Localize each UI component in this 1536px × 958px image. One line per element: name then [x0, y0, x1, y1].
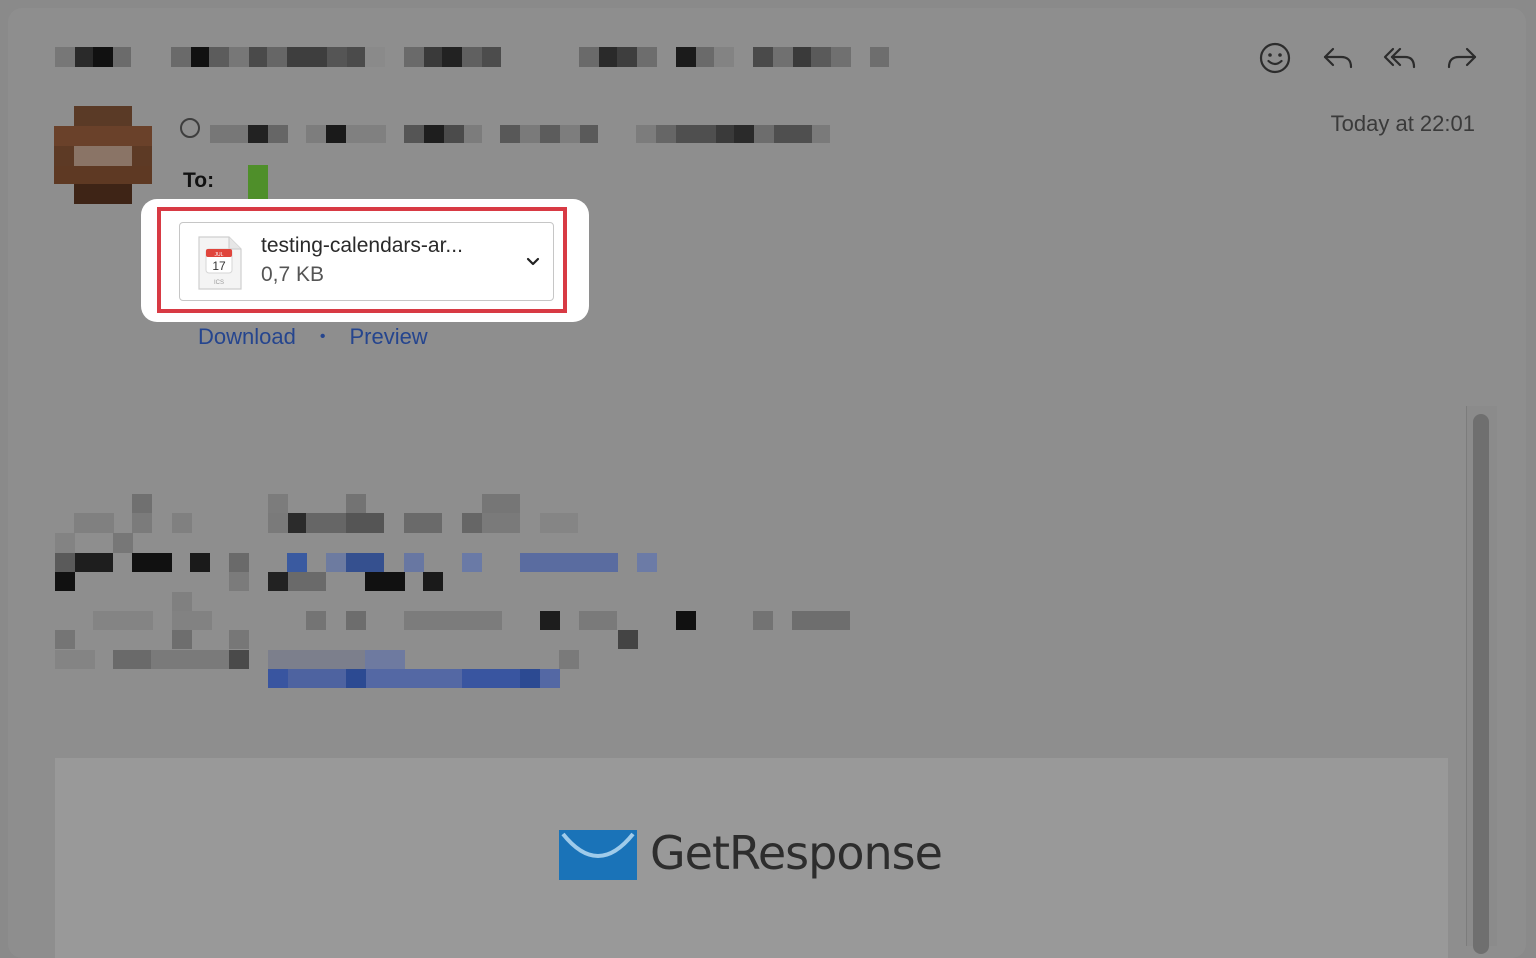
to-label: To:: [183, 169, 215, 192]
unread-status-icon[interactable]: [180, 118, 200, 138]
brand-name: GetResponse: [650, 826, 943, 880]
file-extension-text: ICS: [214, 280, 224, 286]
recipient-chip[interactable]: [248, 165, 268, 201]
getresponse-logo-icon: [559, 830, 637, 880]
chevron-down-icon[interactable]: [523, 251, 543, 271]
attachment-file-name: testing-calendars-ar...: [261, 234, 463, 257]
attachment-card[interactable]: JUL 17 ICS testing-calendars-ar... 0,7 K…: [179, 222, 554, 301]
calendar-month-text: JUL: [215, 252, 224, 258]
reply-all-icon[interactable]: [1382, 40, 1418, 76]
scrollbar-thumb[interactable]: [1473, 414, 1489, 954]
calendar-day-text: 17: [212, 259, 226, 273]
attachment-file-size: 0,7 KB: [261, 263, 325, 286]
link-separator: •: [319, 328, 326, 345]
reply-icon[interactable]: [1320, 40, 1356, 76]
smiley-icon[interactable]: [1257, 40, 1293, 76]
preview-link[interactable]: Preview: [349, 324, 427, 350]
attachment-actions: Download • Preview: [198, 324, 428, 350]
avatar: [54, 106, 152, 204]
download-link[interactable]: Download: [198, 324, 296, 350]
forward-icon[interactable]: [1444, 40, 1480, 76]
received-timestamp: Today at 22:01: [1330, 111, 1475, 136]
calendar-file-icon: JUL 17 ICS: [198, 236, 242, 290]
